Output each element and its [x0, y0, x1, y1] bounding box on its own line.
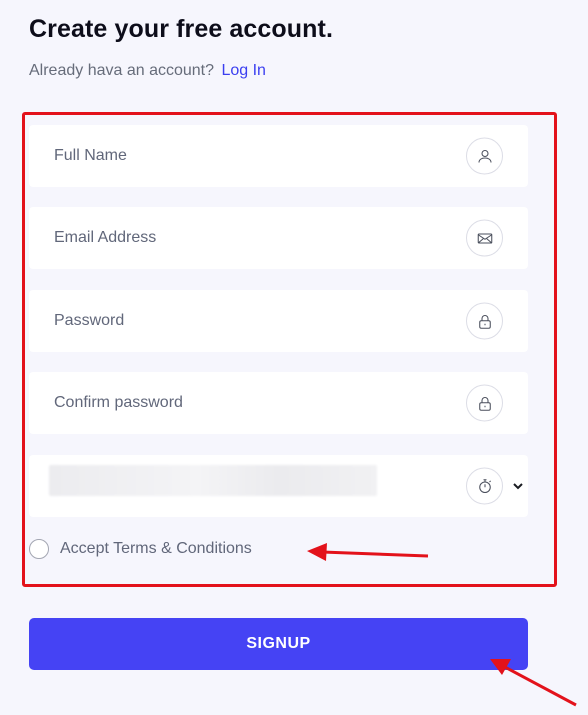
page-title: Create your free account.: [29, 15, 333, 43]
confirm-password-field[interactable]: Confirm password: [29, 372, 528, 434]
lock-icon: [466, 384, 503, 422]
signup-page: Create your free account. Already hava a…: [0, 0, 588, 715]
timezone-select[interactable]: [29, 455, 528, 517]
email-field[interactable]: Email Address: [29, 207, 528, 269]
obscured-value: [49, 465, 377, 496]
terms-label: Accept Terms & Conditions: [60, 540, 252, 557]
signup-button[interactable]: SIGNUP: [29, 618, 528, 670]
envelope-icon: [466, 219, 503, 257]
stopwatch-icon: [466, 467, 503, 505]
chevron-down-icon[interactable]: [512, 480, 524, 492]
full-name-field[interactable]: Full Name: [29, 125, 528, 187]
login-prompt-text: Already hava an account?: [29, 62, 215, 79]
terms-checkbox[interactable]: [29, 539, 49, 559]
confirm-password-placeholder: Confirm password: [54, 394, 183, 411]
login-prompt: Already hava an account? Log In: [29, 62, 266, 80]
lock-icon: [466, 302, 503, 340]
password-placeholder: Password: [54, 312, 125, 329]
terms-row[interactable]: Accept Terms & Conditions: [29, 539, 252, 559]
user-icon: [466, 137, 503, 175]
password-field[interactable]: Password: [29, 290, 528, 352]
login-link[interactable]: Log In: [221, 62, 265, 79]
email-placeholder: Email Address: [54, 229, 157, 246]
full-name-placeholder: Full Name: [54, 147, 127, 164]
